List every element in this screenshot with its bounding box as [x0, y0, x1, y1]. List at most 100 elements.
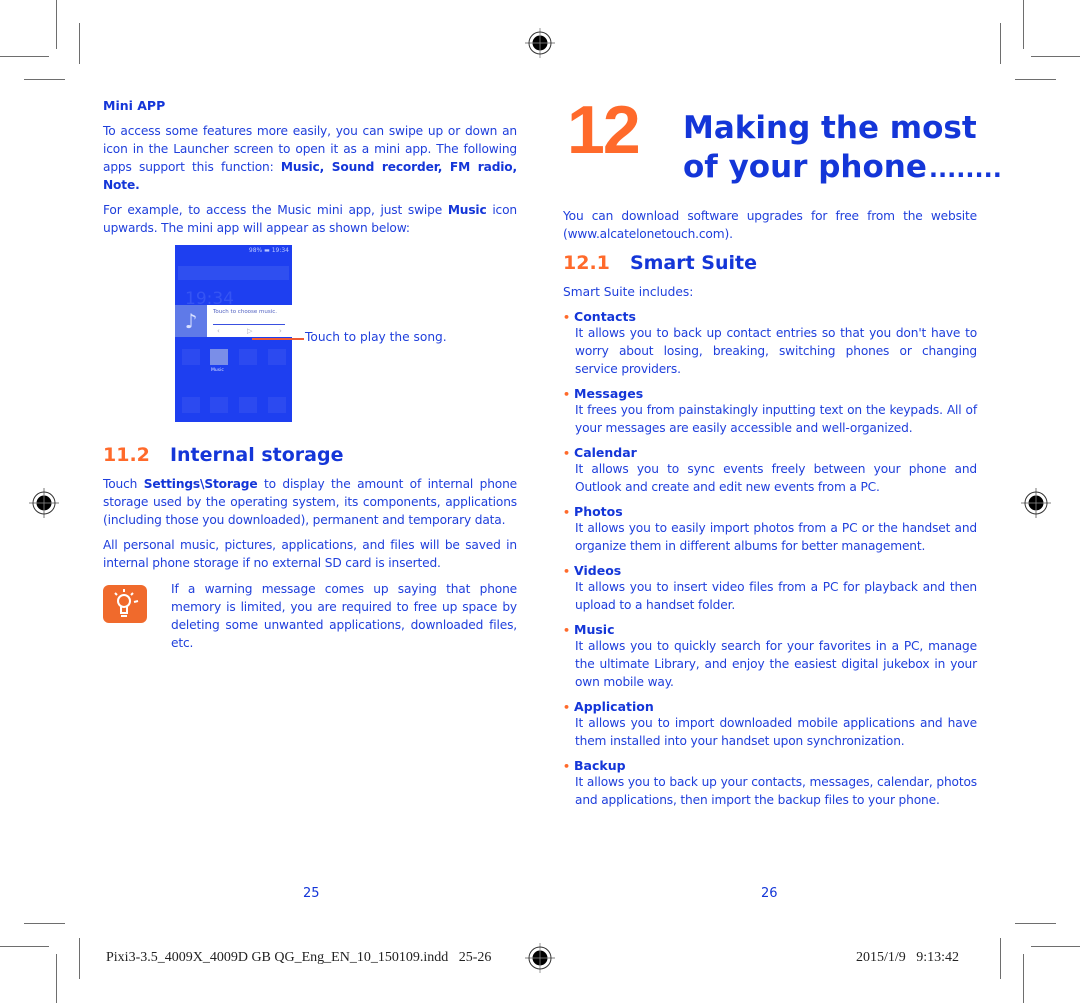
list-item-title: • Contacts	[563, 309, 977, 324]
bold-text: Music	[447, 203, 487, 217]
bullet: •	[563, 624, 571, 637]
section-number: 11.2	[103, 444, 150, 466]
section-number: 12.1	[563, 252, 610, 274]
list-item: • Contacts It allows you to back up conta…	[563, 309, 977, 378]
crop-mark	[1015, 923, 1056, 924]
list-item-description: It frees you from painstakingly inputtin…	[575, 403, 977, 435]
dock-icon	[239, 397, 257, 413]
registration-mark-bottom	[525, 943, 555, 973]
lightbulb-icon	[114, 589, 139, 617]
list-item: • Music It allows you to quickly search f…	[563, 622, 977, 691]
mini-app-prompt: Touch to choose music.	[213, 309, 278, 315]
app-icon-play-store	[239, 349, 257, 365]
list-item-description: It allows you to back up contact entries…	[575, 326, 977, 376]
list-item: • Videos It allows you to insert video fi…	[563, 563, 977, 614]
crop-mark	[24, 79, 65, 80]
crop-mark	[24, 923, 65, 924]
crop-mark	[0, 946, 49, 947]
crop-mark	[79, 23, 80, 64]
list-item: • Photos It allows you to easily import p…	[563, 504, 977, 555]
internal-storage-paragraph-1: Touch Settings\Storage to display the am…	[103, 475, 517, 529]
chapter-intro: You can download software upgrades for f…	[563, 209, 977, 241]
list-item: • Calendar It allows you to sync events f…	[563, 445, 977, 496]
bullet: •	[563, 311, 571, 324]
list-item: • Application It allows you to import dow…	[563, 699, 977, 750]
list-item-title: • Messages	[563, 386, 977, 401]
registration-mark-left	[29, 488, 59, 518]
callout-line	[252, 338, 304, 340]
mini-app-paragraph-1: To access some features more easily, you…	[103, 122, 517, 194]
text: For example, to access the Music mini ap…	[103, 203, 448, 217]
dock-icon	[182, 397, 200, 413]
bullet: •	[563, 760, 571, 773]
list-item-title: • Photos	[563, 504, 977, 519]
internal-storage-body: Touch Settings\Storage to display the am…	[103, 475, 517, 572]
list-item-description: It allows you to sync events freely betw…	[575, 462, 977, 494]
list-item: • Messages It frees you from painstakingl…	[563, 386, 977, 437]
title-text: Music	[574, 622, 615, 637]
section-heading-12-1: 12.1 Smart Suite	[563, 252, 757, 274]
crop-mark	[1015, 79, 1056, 80]
title-text: Calendar	[574, 445, 637, 460]
title-text: Backup	[574, 758, 626, 773]
chapter-title-line-1: Making the most	[683, 110, 977, 146]
prev-icon[interactable]: ‹	[217, 327, 220, 335]
list-item-description: It allows you to back up your contacts, …	[575, 775, 977, 807]
crop-mark	[1000, 938, 1001, 979]
crop-mark	[0, 56, 49, 57]
list-item-description: It allows you to insert video files from…	[575, 580, 977, 612]
next-icon[interactable]: ›	[279, 327, 282, 335]
app-label-music: Music	[211, 368, 224, 373]
chapter-title-line-2: of your phone........	[683, 148, 1002, 189]
title-text: Messages	[574, 386, 644, 401]
mini-app-paragraph-2: For example, to access the Music mini ap…	[103, 201, 517, 237]
section-heading-11-2: 11.2 Internal storage	[103, 444, 343, 466]
title-text: Photos	[574, 504, 623, 519]
bullet: •	[563, 565, 571, 578]
dock-icon	[210, 397, 228, 413]
mini-app-heading: Mini APP	[103, 98, 166, 113]
list-item-description: It allows you to easily import photos fr…	[575, 521, 977, 553]
tip-text: If a warning message comes up saying tha…	[171, 582, 517, 650]
section-title: Internal storage	[169, 444, 344, 466]
list-item-description: It allows you to quickly search for your…	[575, 639, 977, 689]
footer-timestamp: 2015/1/9 9:13:42	[856, 950, 960, 965]
crop-mark	[1000, 23, 1001, 64]
bullet: •	[563, 506, 571, 519]
smart-suite-list: • Contacts It allows you to back up conta…	[563, 309, 977, 817]
list-item-title: • Videos	[563, 563, 977, 578]
footer-file-name: Pixi3-3.5_4009X_4009D GB QG_Eng_EN_10_15…	[106, 950, 492, 965]
app-icon-music	[210, 349, 228, 365]
tip-icon-box	[103, 585, 147, 623]
left-page: Mini APP To access some features more ea…	[103, 98, 517, 237]
smart-suite-lead: Smart Suite includes:	[563, 285, 694, 299]
search-bar	[178, 266, 289, 280]
play-icon[interactable]: ▷	[247, 327, 252, 335]
bullet: •	[563, 447, 571, 460]
list-item: • Backup It allows you to back up your co…	[563, 758, 977, 809]
app-icon-camera	[182, 349, 200, 365]
dock-icon	[268, 397, 286, 413]
crop-mark	[56, 0, 57, 49]
title-text: Application	[574, 699, 654, 714]
title-dots: ........	[928, 155, 1002, 183]
phone-screenshot: 98% ▬ 19:34 19:34 ♪ Touch to choose musi…	[175, 245, 292, 422]
list-item-title: • Music	[563, 622, 977, 637]
page-number-left: 25	[303, 886, 320, 901]
title-text: Videos	[574, 563, 622, 578]
registration-mark-top	[525, 28, 555, 58]
chapter-title: Making the most of your phone........	[683, 109, 1002, 189]
bold-text: Settings\Storage	[143, 477, 258, 491]
crop-mark	[1031, 56, 1080, 57]
crop-mark	[1023, 954, 1024, 1003]
list-item-description: It allows you to import downloaded mobil…	[575, 716, 977, 748]
crop-mark	[79, 938, 80, 979]
registration-mark-right	[1021, 488, 1051, 518]
text: Touch	[103, 477, 144, 491]
bullet: •	[563, 388, 571, 401]
crop-mark	[1023, 0, 1024, 49]
list-item-title: • Application	[563, 699, 977, 714]
chapter-number: 12	[567, 92, 641, 168]
title-text: Contacts	[574, 309, 636, 324]
crop-mark	[1031, 946, 1080, 947]
